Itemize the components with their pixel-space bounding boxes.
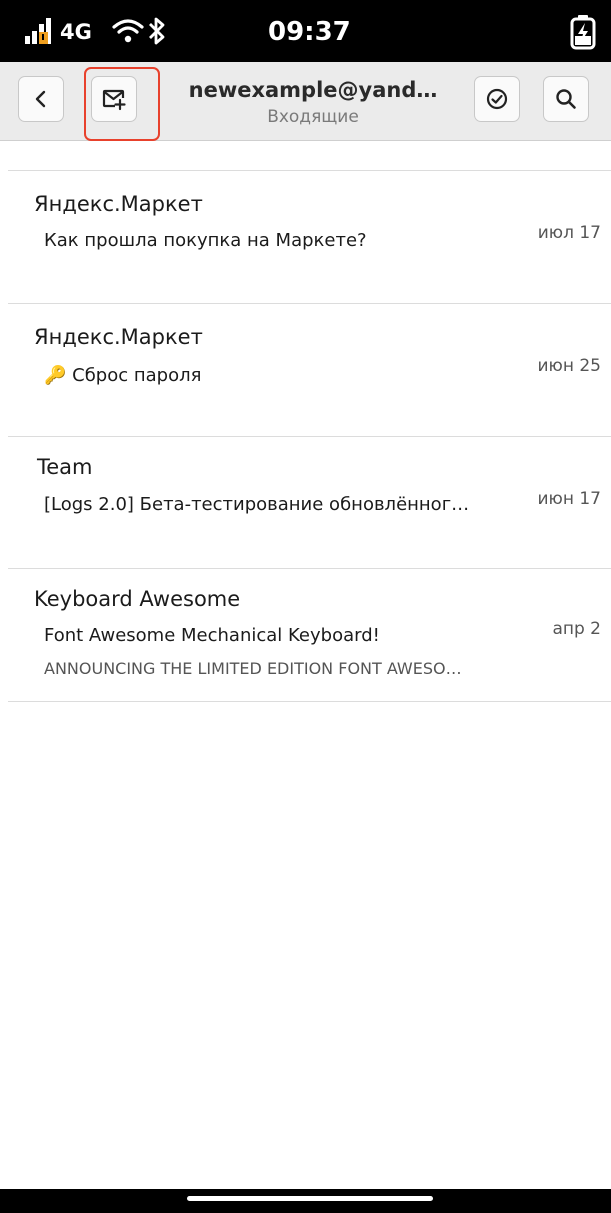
bluetooth-icon bbox=[149, 17, 165, 45]
message-subject: 🔑 Сброс пароля bbox=[44, 365, 202, 386]
home-indicator[interactable] bbox=[187, 1196, 433, 1201]
message-sender: Keyboard Awesome bbox=[34, 587, 241, 611]
select-mode-icon bbox=[486, 88, 508, 110]
back-button[interactable] bbox=[18, 76, 64, 122]
navigation-bar bbox=[0, 1189, 611, 1213]
page-title: newexample@yand… bbox=[188, 78, 438, 102]
wifi-icon bbox=[112, 19, 144, 43]
signal-icon bbox=[25, 18, 51, 44]
message-list-item[interactable]: Keyboard Awesome Font Awesome Mechanical… bbox=[0, 569, 611, 701]
message-sender: Яндекс.Маркет bbox=[34, 325, 203, 349]
message-subject: Font Awesome Mechanical Keyboard! bbox=[44, 625, 380, 646]
clock: 09:37 bbox=[268, 17, 351, 47]
list-divider bbox=[8, 701, 611, 702]
message-list-item[interactable]: Яндекс.Маркет Как прошла покупка на Марк… bbox=[0, 171, 611, 303]
message-list-item[interactable]: Team [Logs 2.0] Бета-тестирование обновл… bbox=[0, 437, 611, 569]
folder-subtitle: Входящие bbox=[267, 107, 359, 127]
message-preview: ANNOUNCING THE LIMITED EDITION FONT AWES… bbox=[44, 659, 462, 678]
header-bar: newexample@yand… Входящие bbox=[0, 62, 611, 141]
message-subject: [Logs 2.0] Бета-тестирование обновлённог… bbox=[44, 494, 470, 515]
search-button[interactable] bbox=[543, 76, 589, 122]
select-mode-button[interactable] bbox=[474, 76, 520, 122]
back-icon bbox=[35, 90, 46, 108]
status-bar: 4G 09:37 bbox=[0, 0, 611, 62]
message-date: апр 2 bbox=[552, 619, 601, 639]
compose-button[interactable] bbox=[91, 76, 137, 122]
message-date: июн 17 bbox=[537, 489, 601, 509]
compose-icon bbox=[102, 89, 126, 111]
search-icon bbox=[556, 89, 576, 109]
message-sender: Яндекс.Маркет bbox=[34, 192, 203, 216]
message-date: июн 25 bbox=[537, 356, 601, 376]
message-subject: Как прошла покупка на Маркете? bbox=[44, 230, 367, 251]
network-type: 4G bbox=[60, 20, 92, 44]
battery-charging-icon bbox=[570, 15, 596, 50]
message-sender: Team bbox=[37, 455, 93, 479]
message-list-item[interactable]: Яндекс.Маркет 🔑 Сброс пароля июн 25 bbox=[0, 304, 611, 436]
message-date: июл 17 bbox=[537, 223, 601, 243]
